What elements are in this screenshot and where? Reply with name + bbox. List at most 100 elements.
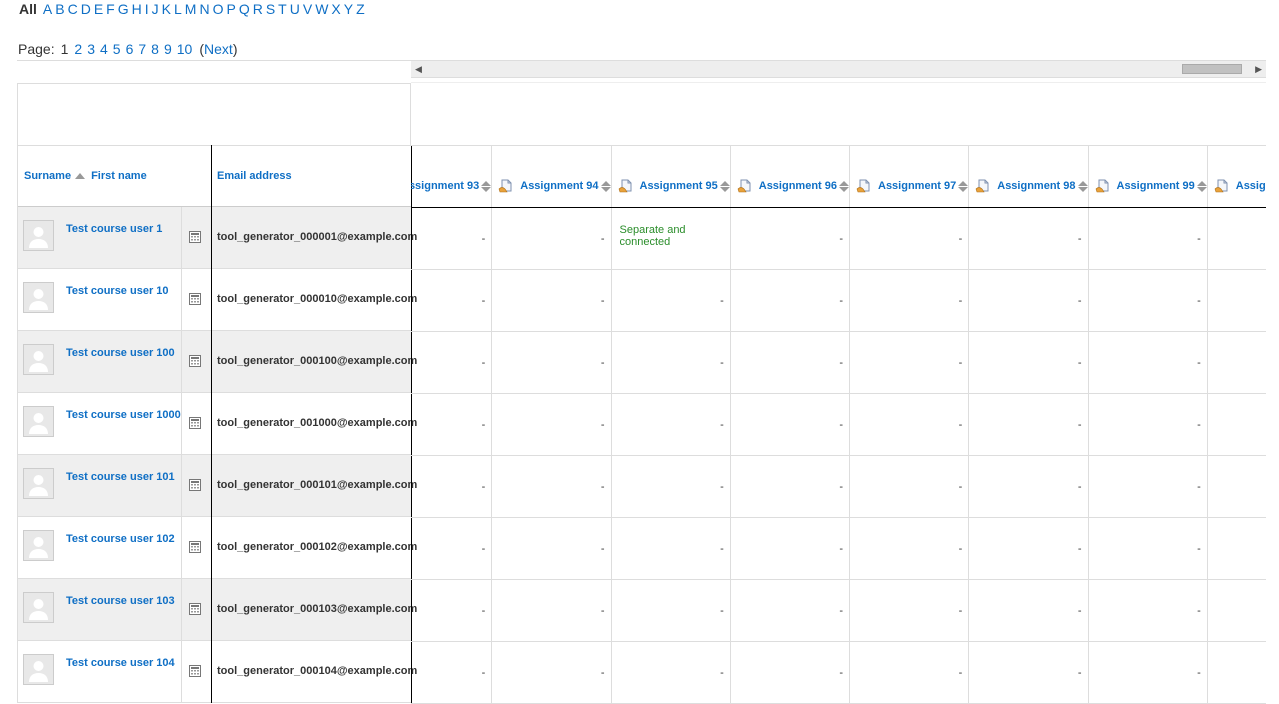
grade-cell[interactable]: - [411, 455, 493, 518]
initial-letter[interactable]: I [145, 1, 149, 17]
user-report-icon[interactable] [189, 602, 201, 615]
grade-cell[interactable]: - [849, 579, 970, 642]
grade-cell[interactable]: - [1088, 641, 1208, 704]
paging-next-link[interactable]: Next [204, 41, 233, 57]
avatar-icon[interactable] [23, 530, 54, 561]
grade-cell[interactable]: - [491, 331, 612, 394]
scroll-thumb[interactable] [1182, 64, 1242, 74]
user-name-link[interactable]: Test course user 1 [66, 223, 162, 235]
page-link[interactable]: 2 [74, 41, 82, 57]
grade-cell[interactable]: - [968, 517, 1089, 580]
grade-cell[interactable]: - [730, 455, 851, 518]
user-name-link[interactable]: Test course user 1000 [66, 409, 181, 421]
grade-cell[interactable]: - [611, 393, 731, 456]
horizontal-scrollbar[interactable]: ◀ ▶ [411, 61, 1266, 78]
grade-cell[interactable]: - [491, 641, 612, 704]
grade-cell[interactable]: - [730, 393, 851, 456]
initial-letter[interactable]: U [290, 1, 300, 17]
sort-icon[interactable] [1077, 180, 1087, 192]
avatar-icon[interactable] [23, 406, 54, 437]
grade-cell[interactable]: - [491, 455, 612, 518]
grade-cell[interactable]: - [491, 393, 612, 456]
grade-cell[interactable]: - [1088, 393, 1208, 456]
initial-letter[interactable]: O [213, 1, 224, 17]
sort-icon[interactable] [600, 180, 610, 192]
initial-letter[interactable]: T [278, 1, 287, 17]
sort-firstname-link[interactable]: First name [91, 170, 147, 182]
page-link[interactable]: 7 [138, 41, 146, 57]
grade-cell[interactable] [1207, 641, 1266, 704]
grade-cell[interactable]: - [849, 393, 970, 456]
grade-cell[interactable] [1207, 207, 1266, 270]
grade-cell[interactable]: - [1088, 331, 1208, 394]
initial-letter[interactable]: L [174, 1, 182, 17]
initial-letter[interactable]: G [118, 1, 129, 17]
user-name-link[interactable]: Test course user 103 [66, 595, 175, 607]
grade-cell[interactable]: - [849, 331, 970, 394]
user-report-icon[interactable] [189, 292, 201, 305]
avatar-icon[interactable] [23, 220, 54, 251]
user-report-icon[interactable] [189, 540, 201, 553]
grade-cell[interactable]: - [968, 207, 1089, 270]
grade-cell[interactable]: - [411, 579, 493, 642]
grade-cell[interactable]: - [491, 517, 612, 580]
sort-surname-link[interactable]: Surname [24, 170, 71, 182]
page-link[interactable]: 4 [100, 41, 108, 57]
user-name-link[interactable]: Test course user 10 [66, 285, 169, 297]
grade-cell[interactable]: - [730, 517, 851, 580]
assignment-header[interactable]: Assignment 94 [491, 145, 612, 208]
grade-cell[interactable]: - [849, 269, 970, 332]
assignment-title[interactable]: Assignment 98 [997, 180, 1075, 192]
grade-cell[interactable]: - [491, 269, 612, 332]
initial-letter[interactable]: Y [344, 1, 353, 17]
grade-cell[interactable]: - [611, 641, 731, 704]
grade-cell[interactable]: - [968, 269, 1089, 332]
grade-cell[interactable]: - [491, 579, 612, 642]
initial-letter[interactable]: V [303, 1, 312, 17]
sort-icon[interactable] [958, 180, 968, 192]
grade-cell[interactable]: - [411, 393, 493, 456]
grade-cell[interactable]: - [849, 641, 970, 704]
assignment-title[interactable]: Assignment 94 [520, 180, 598, 192]
grade-cell[interactable]: - [411, 641, 493, 704]
sort-icon[interactable] [839, 180, 849, 192]
grade-cell[interactable]: - [968, 455, 1089, 518]
grade-cell[interactable]: - [611, 331, 731, 394]
assignment-title[interactable]: Assignment 95 [640, 180, 718, 192]
grade-cell[interactable] [1207, 393, 1266, 456]
initial-letter[interactable]: W [315, 1, 328, 17]
grade-cell[interactable]: - [1088, 455, 1208, 518]
initial-letter[interactable]: R [253, 1, 263, 17]
grade-cell[interactable]: - [611, 517, 731, 580]
initial-letter[interactable]: C [68, 1, 78, 17]
grade-cell[interactable]: - [1088, 517, 1208, 580]
initial-letter[interactable]: F [106, 1, 115, 17]
initial-all[interactable]: All [19, 1, 37, 17]
grade-cell[interactable] [1207, 331, 1266, 394]
assignment-header[interactable]: Assignment 97 [849, 145, 970, 208]
assignment-header[interactable]: Assignment 93 [411, 145, 493, 208]
grade-cell[interactable]: - [1088, 269, 1208, 332]
user-report-icon[interactable] [189, 664, 201, 677]
grade-cell[interactable]: - [611, 455, 731, 518]
initial-letter[interactable]: Q [239, 1, 250, 17]
user-name-link[interactable]: Test course user 101 [66, 471, 175, 483]
grade-cell[interactable]: - [411, 207, 493, 270]
page-link[interactable]: 5 [113, 41, 121, 57]
initial-letter[interactable]: D [81, 1, 91, 17]
initial-letter[interactable]: A [43, 1, 52, 17]
initial-letter[interactable]: E [94, 1, 103, 17]
grade-cell[interactable]: - [611, 269, 731, 332]
page-link[interactable]: 6 [126, 41, 134, 57]
grade-cell[interactable]: - [611, 579, 731, 642]
grade-cell[interactable]: - [1088, 579, 1208, 642]
initial-letter[interactable]: H [132, 1, 142, 17]
assignment-title[interactable]: Assignment 97 [878, 180, 956, 192]
assignment-header[interactable]: Assignment 99 [1088, 145, 1208, 208]
initial-letter[interactable]: P [226, 1, 235, 17]
sort-icon[interactable] [481, 180, 491, 192]
avatar-icon[interactable] [23, 344, 54, 375]
user-report-icon[interactable] [189, 416, 201, 429]
grade-cell[interactable]: - [730, 331, 851, 394]
grade-cell[interactable]: - [411, 331, 493, 394]
